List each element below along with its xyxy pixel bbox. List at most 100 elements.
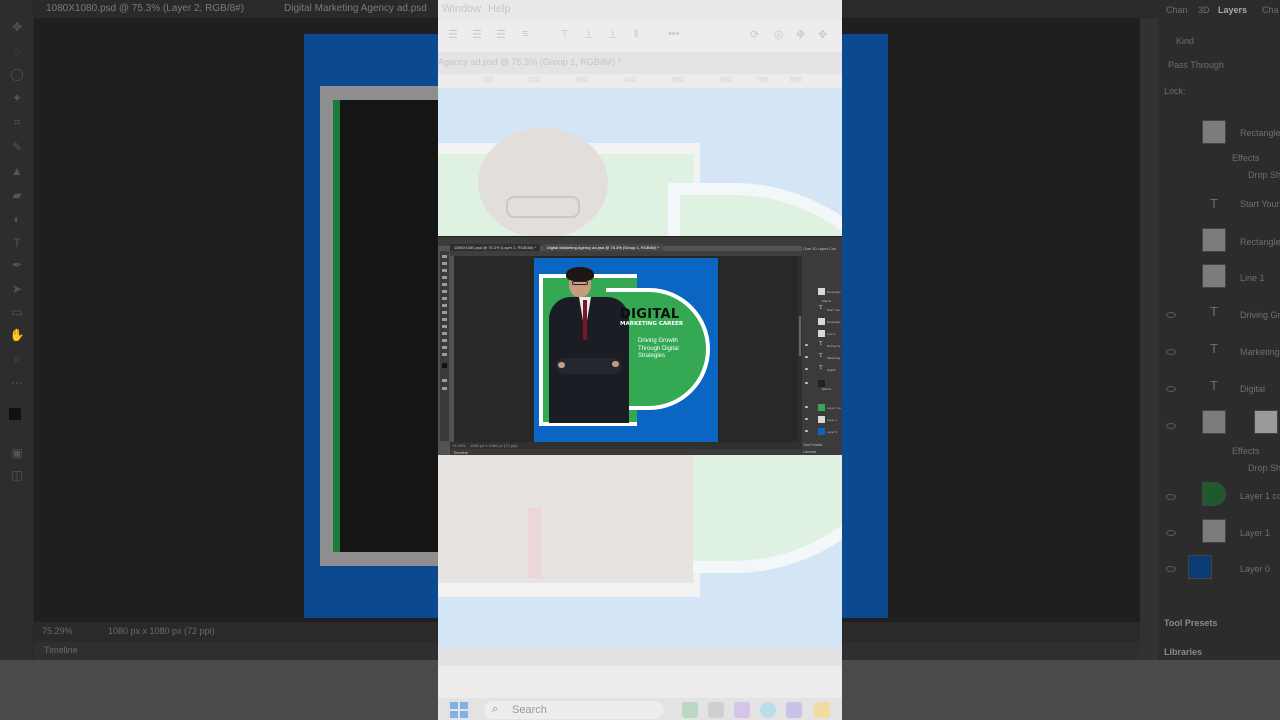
- distribute-vertical-icon[interactable]: ‖: [634, 28, 639, 40]
- background-tool-presets-label[interactable]: Tool Presets: [1164, 618, 1217, 628]
- eye-icon[interactable]: [1166, 349, 1176, 355]
- eye-icon[interactable]: [1166, 312, 1176, 318]
- eye-icon[interactable]: [805, 382, 808, 384]
- ad-title[interactable]: DIGITAL: [620, 307, 679, 322]
- background-layer-name[interactable]: Line 1: [1240, 273, 1265, 283]
- align-middle-icon[interactable]: ⊥: [584, 28, 594, 41]
- file-explorer-icon[interactable]: [814, 702, 830, 718]
- background-layer-thumb[interactable]: [1202, 228, 1226, 252]
- teams-icon[interactable]: [786, 702, 802, 718]
- hand-tool-icon[interactable]: ✋: [9, 328, 25, 342]
- foreground-color-swatch[interactable]: [9, 408, 21, 420]
- background-layer-thumb[interactable]: [1202, 519, 1226, 543]
- distribute-icon[interactable]: ≡: [522, 28, 528, 40]
- background-layer-name[interactable]: Layer 0: [1240, 564, 1270, 574]
- scrollbar-thumb[interactable]: [799, 316, 801, 356]
- eye-icon[interactable]: [805, 344, 808, 346]
- eraser-tool-icon[interactable]: [442, 304, 447, 307]
- eye-icon[interactable]: [1166, 530, 1176, 536]
- inset-panel-tabs[interactable]: Chan 3D Layers Cha: [803, 247, 836, 251]
- background-layer-thumb[interactable]: [1202, 410, 1226, 434]
- inset-layer-row[interactable]: Layer 1 co: [804, 403, 842, 413]
- align-left-icon[interactable]: ☰: [448, 28, 458, 41]
- 3d-rotate-icon[interactable]: ⟳: [750, 28, 759, 41]
- edge-browser-icon[interactable]: [760, 702, 776, 718]
- wand-tool-icon[interactable]: ✦: [9, 91, 25, 105]
- eye-icon[interactable]: [1166, 566, 1176, 572]
- lasso-tool-icon[interactable]: ◯: [9, 67, 25, 81]
- background-layer-name[interactable]: Rectangle: [1240, 128, 1280, 138]
- align-center-icon[interactable]: ☰: [472, 28, 482, 41]
- align-top-icon[interactable]: ⊤: [560, 28, 570, 41]
- more-options-icon[interactable]: •••: [668, 28, 680, 40]
- 3d-slide-icon[interactable]: ✥: [818, 28, 827, 41]
- taskbar-app-icon[interactable]: [682, 702, 698, 718]
- background-layer-thumb[interactable]: [1202, 264, 1226, 288]
- background-blend-mode[interactable]: Pass Through: [1168, 60, 1224, 70]
- inset-layer-row[interactable]: Layer 1: [804, 415, 842, 425]
- inset-layer-row[interactable]: T Digital: [804, 365, 842, 375]
- inset-tool-presets[interactable]: Tool Presets: [803, 443, 822, 447]
- move-tool-icon[interactable]: [442, 255, 447, 258]
- background-layer-name[interactable]: Digital: [1240, 384, 1265, 394]
- inset-layer-row[interactable]: Line 1: [804, 329, 842, 339]
- inset-layer-row[interactable]: Rectangle: [804, 317, 842, 327]
- eye-icon[interactable]: [1166, 494, 1176, 500]
- zoom-tool-icon[interactable]: [442, 353, 447, 356]
- eraser-tool-icon[interactable]: ▰: [9, 188, 25, 202]
- dodge-tool-icon[interactable]: [442, 311, 447, 314]
- eye-icon[interactable]: [805, 418, 808, 420]
- crop-tool-icon[interactable]: ⌗: [9, 115, 25, 129]
- pen-tool-icon[interactable]: ✒: [9, 258, 25, 272]
- background-libraries-label[interactable]: Libraries: [1164, 647, 1202, 657]
- select-tool-icon[interactable]: [442, 332, 447, 335]
- background-layer-name[interactable]: Start Your: [1240, 199, 1280, 209]
- background-panel-tab-channels[interactable]: Chan: [1166, 5, 1188, 15]
- eye-icon[interactable]: [805, 430, 808, 432]
- type-tool-icon[interactable]: [442, 318, 447, 321]
- background-layer-name[interactable]: Marketing: [1240, 347, 1280, 357]
- inset-timeline[interactable]: Timeline: [450, 449, 802, 455]
- select-tool-icon[interactable]: ➤: [9, 282, 25, 296]
- background-layer-thumb[interactable]: [1202, 120, 1226, 144]
- wand-tool-icon[interactable]: [442, 276, 447, 279]
- ad-subtitle[interactable]: MARKETING CAREER: [620, 321, 683, 327]
- inset-tab[interactable]: 1080X1080.psd @ 75.3% (Layer 2, RGB/8#) …: [450, 244, 540, 251]
- taskbar-search-box[interactable]: ⌕ Search: [484, 701, 664, 719]
- background-layer-name[interactable]: Driving Gr: [1240, 310, 1280, 320]
- background-tab-left[interactable]: 1080X1080.psd @ 75.3% (Layer 2, RGB/8#): [46, 3, 244, 14]
- eye-icon[interactable]: [805, 356, 808, 358]
- taskbar-app-icon[interactable]: [708, 702, 724, 718]
- strip-document-tab[interactable]: Agency ad.psd @ 75.3% (Group 1, RGB/8#) …: [438, 52, 842, 74]
- brush-tool-icon[interactable]: ✎: [9, 140, 25, 154]
- menu-window[interactable]: Window: [442, 3, 481, 15]
- eye-icon[interactable]: [805, 368, 808, 370]
- stamp-tool-icon[interactable]: ▲: [9, 164, 25, 178]
- crop-tool-icon[interactable]: [442, 283, 447, 286]
- align-right-icon[interactable]: ☰: [496, 28, 506, 41]
- background-layer-name[interactable]: Layer 1 co: [1240, 491, 1280, 501]
- ad-tagline[interactable]: Driving Growth Through Digital Strategie…: [638, 338, 708, 361]
- inset-libraries[interactable]: Libraries: [803, 450, 816, 454]
- marquee-tool-icon[interactable]: [442, 262, 447, 265]
- shape-tool-icon[interactable]: ▭: [9, 305, 25, 319]
- inset-layer-row[interactable]: Effects: [804, 379, 842, 391]
- background-tab-right[interactable]: Digital Marketing Agency ad.psd: [284, 3, 427, 14]
- 3d-roll-icon[interactable]: ◎: [774, 28, 784, 41]
- background-panel-tab-3d[interactable]: 3D: [1198, 5, 1210, 15]
- dodge-tool-icon[interactable]: ◐: [9, 212, 25, 226]
- quick-mask-icon[interactable]: ▣: [9, 446, 25, 460]
- hand-tool-icon[interactable]: [442, 346, 447, 349]
- windows-start-icon[interactable]: [450, 702, 468, 718]
- screen-mode-icon[interactable]: ◫: [9, 468, 25, 482]
- ad-artboard[interactable]: DIGITAL MARKETING CAREER Driving Growth …: [534, 258, 718, 442]
- taskbar-app-icon[interactable]: [734, 702, 750, 718]
- lasso-tool-icon[interactable]: [442, 269, 447, 272]
- foreground-color-swatch[interactable]: [442, 363, 447, 368]
- quick-mask-icon[interactable]: [442, 379, 447, 382]
- brush-tool-icon[interactable]: [442, 290, 447, 293]
- inset-zoom-level[interactable]: 75.29%: [452, 443, 466, 448]
- background-kind-filter[interactable]: Kind: [1176, 36, 1194, 46]
- inset-layer-row[interactable]: Layer 0: [804, 427, 842, 437]
- background-layer-name[interactable]: Rectangle: [1240, 237, 1280, 247]
